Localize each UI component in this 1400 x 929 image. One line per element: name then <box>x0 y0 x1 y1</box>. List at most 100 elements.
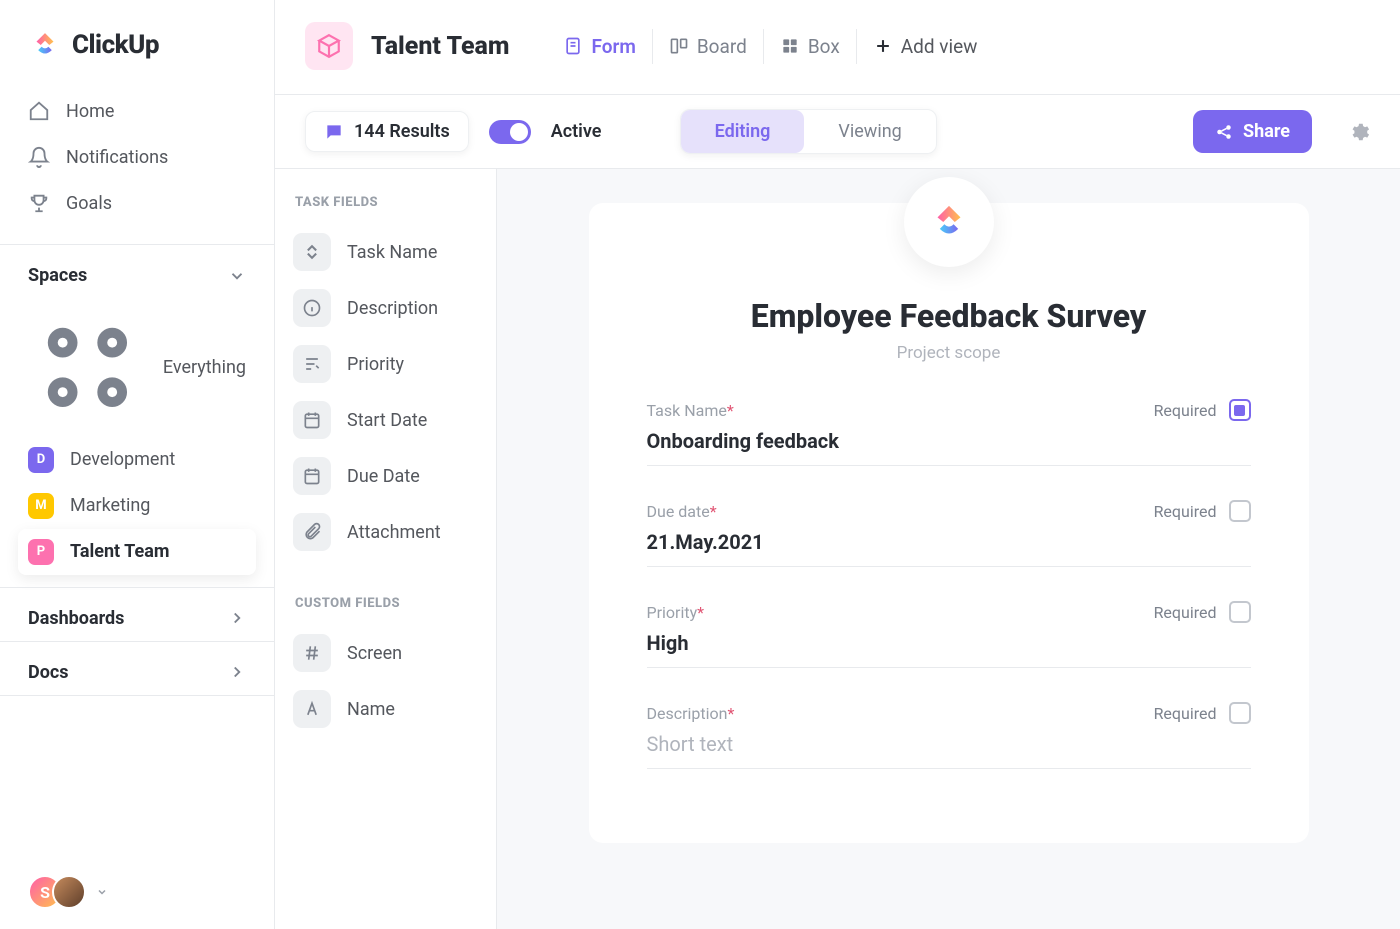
field-value[interactable]: 21.May.2021 <box>647 530 1251 567</box>
fields-panel: TASK FIELDS Task Name Description Priori… <box>275 169 497 929</box>
grid-dots-icon <box>28 308 147 427</box>
workspace: TASK FIELDS Task Name Description Priori… <box>275 169 1400 929</box>
results-pill[interactable]: 144 Results <box>305 111 469 152</box>
spaces-list: Everything D Development M Marketing P T… <box>0 298 274 587</box>
space-badge: P <box>28 539 54 565</box>
clickup-logo-icon <box>28 28 62 62</box>
nav-dashboards[interactable]: Dashboards <box>0 588 274 641</box>
field-attachment[interactable]: Attachment <box>291 504 480 560</box>
field-value[interactable]: High <box>647 631 1251 668</box>
comment-icon <box>324 122 344 142</box>
main-content: Talent Team Form Board Box Add view <box>275 0 1400 929</box>
field-name[interactable]: Name <box>291 681 480 737</box>
sidebar-footer[interactable]: S <box>0 855 274 929</box>
required-checkbox[interactable] <box>1229 601 1251 623</box>
view-tab-label: Form <box>591 35 635 58</box>
field-task-name[interactable]: Task Name <box>291 224 480 280</box>
divider <box>0 695 274 696</box>
field-label: Priority <box>347 354 404 375</box>
mode-viewing[interactable]: Viewing <box>804 110 935 153</box>
avatar-stack: S <box>28 875 76 909</box>
sort-icon <box>293 233 331 271</box>
form-canvas: Employee Feedback Survey Project scope T… <box>497 169 1400 929</box>
sidebar: ClickUp Home Notifications Goals Spaces <box>0 0 275 929</box>
active-toggle[interactable] <box>489 120 531 144</box>
required-checkbox[interactable] <box>1229 399 1251 421</box>
form-field-task-name[interactable]: Task Name* Required Onboarding feedback <box>647 399 1251 466</box>
required-label: Required <box>1154 704 1217 723</box>
share-button[interactable]: Share <box>1193 110 1312 153</box>
nav-dashboards-label: Dashboards <box>28 608 124 629</box>
field-label: Start Date <box>347 410 427 431</box>
form-title[interactable]: Employee Feedback Survey <box>647 297 1251 335</box>
plus-icon <box>873 36 893 56</box>
field-value[interactable]: Short text <box>647 732 1251 769</box>
nav-docs[interactable]: Docs <box>0 642 274 695</box>
field-value[interactable]: Onboarding feedback <box>647 429 1251 466</box>
brand-name: ClickUp <box>72 30 159 60</box>
nav-docs-label: Docs <box>28 662 68 683</box>
space-label: Marketing <box>70 495 150 516</box>
calendar-icon <box>293 401 331 439</box>
mode-segment: Editing Viewing <box>680 109 937 154</box>
form-field-due-date[interactable]: Due date* Required 21.May.2021 <box>647 500 1251 567</box>
form-field-description[interactable]: Description* Required Short text <box>647 702 1251 769</box>
nav-home[interactable]: Home <box>18 88 256 134</box>
form-subtitle[interactable]: Project scope <box>647 343 1251 363</box>
field-due-date[interactable]: Due Date <box>291 448 480 504</box>
gear-icon[interactable] <box>1348 121 1370 143</box>
board-icon <box>669 36 689 56</box>
space-development[interactable]: D Development <box>18 437 256 483</box>
share-label: Share <box>1243 121 1290 142</box>
active-toggle-label: Active <box>551 121 602 142</box>
team-icon <box>305 22 353 70</box>
user-avatar <box>52 875 86 909</box>
spaces-header[interactable]: Spaces <box>0 245 274 298</box>
trophy-icon <box>28 192 50 214</box>
nav-notifications[interactable]: Notifications <box>18 134 256 180</box>
field-label: Screen <box>347 643 402 664</box>
page-title: Talent Team <box>371 32 509 61</box>
info-icon <box>293 289 331 327</box>
field-label: Attachment <box>347 522 441 543</box>
space-badge: M <box>28 493 54 519</box>
custom-fields-header: CUSTOM FIELDS <box>291 596 480 625</box>
view-tab-box[interactable]: Box <box>763 29 856 64</box>
field-label: Task Name* <box>647 401 734 420</box>
topbar: Talent Team Form Board Box Add view <box>275 0 1400 94</box>
field-screen[interactable]: Screen <box>291 625 480 681</box>
space-badge: D <box>28 447 54 473</box>
field-label: Due Date <box>347 466 420 487</box>
bell-icon <box>28 146 50 168</box>
field-description[interactable]: Description <box>291 280 480 336</box>
view-tab-board[interactable]: Board <box>652 29 763 64</box>
field-label: Name <box>347 699 395 720</box>
form-card: Employee Feedback Survey Project scope T… <box>589 203 1309 843</box>
grid-icon <box>780 36 800 56</box>
brand-logo[interactable]: ClickUp <box>0 0 274 82</box>
chevron-right-icon <box>228 609 246 627</box>
results-label: 144 Results <box>354 121 450 142</box>
nav-notifications-label: Notifications <box>66 147 168 168</box>
attachment-icon <box>293 513 331 551</box>
field-label: Priority* <box>647 603 705 622</box>
field-start-date[interactable]: Start Date <box>291 392 480 448</box>
task-fields-header: TASK FIELDS <box>291 195 480 224</box>
space-marketing[interactable]: M Marketing <box>18 483 256 529</box>
nav-home-label: Home <box>66 101 114 122</box>
space-talent-team[interactable]: P Talent Team <box>18 529 256 575</box>
space-everything[interactable]: Everything <box>18 298 256 437</box>
required-checkbox[interactable] <box>1229 500 1251 522</box>
form-field-priority[interactable]: Priority* Required High <box>647 601 1251 668</box>
field-label: Description* <box>647 704 735 723</box>
subbar: 144 Results Active Editing Viewing Share <box>275 94 1400 169</box>
required-label: Required <box>1154 603 1217 622</box>
view-tabs: Form Board Box Add view <box>547 29 993 64</box>
field-priority[interactable]: Priority <box>291 336 480 392</box>
required-checkbox[interactable] <box>1229 702 1251 724</box>
field-label: Due date* <box>647 502 717 521</box>
nav-goals[interactable]: Goals <box>18 180 256 226</box>
view-tab-form[interactable]: Form <box>547 29 651 64</box>
mode-editing[interactable]: Editing <box>681 110 805 153</box>
view-tab-add[interactable]: Add view <box>856 29 994 64</box>
